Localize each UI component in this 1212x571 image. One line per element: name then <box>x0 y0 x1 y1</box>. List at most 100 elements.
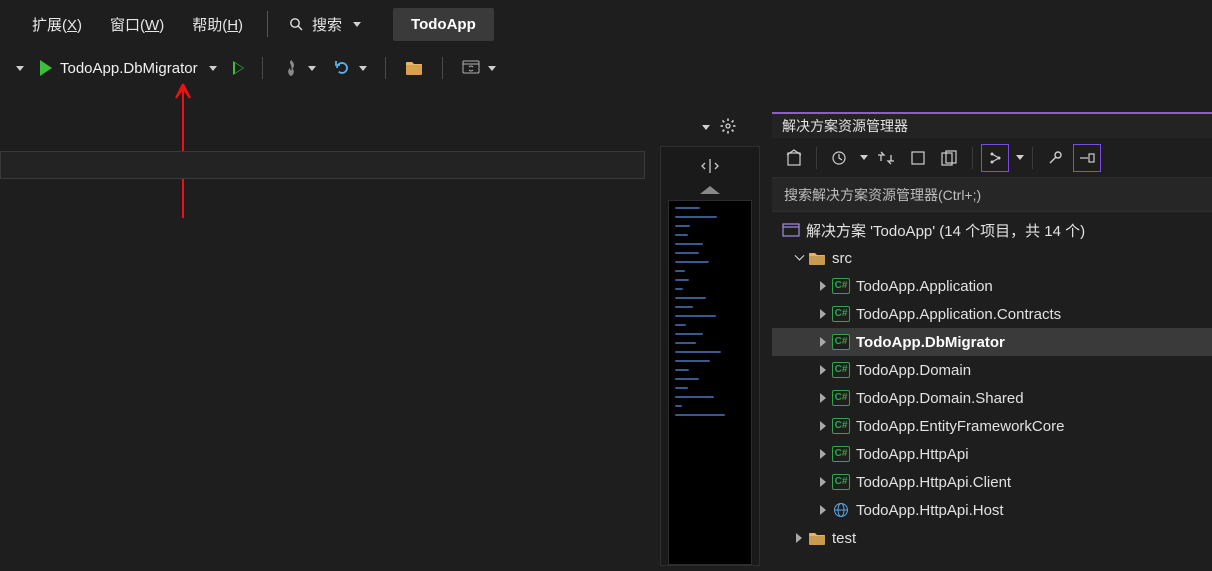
expand-toggle[interactable] <box>816 503 830 517</box>
properties-button[interactable] <box>1041 144 1069 172</box>
tree-project[interactable]: C# TodoApp.Application.Contracts <box>772 300 1212 328</box>
tree-project[interactable]: C#TodoApp.EntityFrameworkCore <box>772 412 1212 440</box>
toolbar-separator <box>816 147 817 169</box>
tree-folder-src[interactable]: src <box>772 244 1212 272</box>
folder-test-label: test <box>832 530 856 547</box>
tree-project[interactable]: C# TodoApp.Domain <box>772 356 1212 384</box>
editor-minimap[interactable] <box>660 146 760 566</box>
split-icon[interactable] <box>701 159 719 176</box>
chevron-down-icon <box>353 22 361 27</box>
project-label: TodoApp.Domain <box>856 362 971 379</box>
chevron-down-icon <box>209 66 217 71</box>
panel-header-icons <box>702 118 736 137</box>
folder-icon <box>808 529 826 547</box>
csharp-project-icon: C# <box>832 277 850 295</box>
expand-toggle[interactable] <box>816 475 830 489</box>
refresh-button[interactable] <box>328 56 371 80</box>
chevron-down-icon[interactable] <box>860 155 868 160</box>
project-label: TodoApp.HttpApi <box>856 446 969 463</box>
toolbar-separator <box>1032 147 1033 169</box>
gear-icon[interactable] <box>720 118 736 137</box>
home-button[interactable] <box>780 144 808 172</box>
start-debug-button[interactable]: TodoApp.DbMigrator <box>36 56 221 81</box>
menu-help[interactable]: 帮助(H) <box>180 8 255 41</box>
refresh-icon <box>332 58 352 78</box>
csharp-project-icon: C# <box>832 305 850 323</box>
project-label: TodoApp.Application.Contracts <box>856 306 1061 323</box>
flame-icon <box>281 58 301 78</box>
solution-explorer-toolbar <box>772 138 1212 178</box>
minimap-body[interactable] <box>668 200 752 565</box>
csharp-project-icon: C# <box>832 445 850 463</box>
editor-pane[interactable] <box>0 151 645 179</box>
play-icon <box>40 60 52 76</box>
tree-project[interactable]: C# TodoApp.HttpApi <box>772 440 1212 468</box>
sync-button[interactable] <box>872 144 900 172</box>
solution-explorer-title-label: 解决方案资源管理器 <box>782 116 908 136</box>
tree-project[interactable]: C#TodoApp.Domain.Shared <box>772 384 1212 412</box>
chevron-down-icon <box>488 66 496 71</box>
chevron-down-icon <box>16 66 24 71</box>
tree-folder-test[interactable]: test <box>772 524 1212 552</box>
startup-project-label: TodoApp.DbMigrator <box>56 58 202 79</box>
debug-target-dropdown-pre[interactable] <box>12 64 28 73</box>
tree-project[interactable]: C# TodoApp.Application <box>772 272 1212 300</box>
view-switch-button[interactable] <box>981 144 1009 172</box>
scope-button[interactable] <box>904 144 932 172</box>
solution-explorer-search[interactable]: 搜索解决方案资源管理器(Ctrl+;) <box>772 178 1212 212</box>
project-label: TodoApp.DbMigrator <box>856 334 1005 351</box>
folder-src-label: src <box>832 250 852 267</box>
tree-project[interactable]: C# TodoApp.DbMigrator <box>772 328 1212 356</box>
toolbar-separator <box>972 147 973 169</box>
expand-toggle[interactable] <box>792 531 806 545</box>
menu-separator <box>267 11 268 37</box>
csharp-project-icon: C# <box>832 473 850 491</box>
menu-extensions[interactable]: 扩展(X) <box>20 8 94 41</box>
menu-window[interactable]: 窗口(W) <box>98 8 176 41</box>
tree-project[interactable]: TodoApp.HttpApi.Host <box>772 496 1212 524</box>
global-search[interactable]: 搜索 <box>280 10 369 39</box>
expand-toggle[interactable] <box>816 363 830 377</box>
tree-project[interactable]: C# TodoApp.HttpApi.Client <box>772 468 1212 496</box>
expand-toggle[interactable] <box>816 335 830 349</box>
search-label: 搜索 <box>312 14 342 35</box>
chevron-down-icon[interactable] <box>702 125 710 130</box>
show-all-files-button[interactable] <box>936 144 964 172</box>
browser-link-button[interactable] <box>457 56 500 80</box>
preview-button[interactable] <box>1073 144 1101 172</box>
csharp-project-icon: C# <box>832 417 850 435</box>
solution-root-label: 解决方案 'TodoApp' (14 个项目，共 14 个) <box>806 220 1085 241</box>
open-folder-button[interactable] <box>400 56 428 80</box>
solution-icon <box>782 221 800 239</box>
hot-reload-button[interactable] <box>277 56 320 80</box>
solution-search-placeholder: 搜索解决方案资源管理器(Ctrl+;) <box>784 185 981 205</box>
project-label: TodoApp.HttpApi.Client <box>856 474 1011 491</box>
chevron-down-icon[interactable] <box>1016 155 1024 160</box>
menu-help-label: 帮助(H) <box>192 17 243 34</box>
start-without-debug-button[interactable] <box>229 59 248 77</box>
tree-solution-root[interactable]: 解决方案 'TodoApp' (14 个项目，共 14 个) <box>772 216 1212 244</box>
expand-toggle[interactable] <box>816 447 830 461</box>
toolbar-separator <box>385 57 386 79</box>
collapse-triangle-icon[interactable] <box>700 186 720 194</box>
solution-explorer-title[interactable]: 解决方案资源管理器 <box>772 114 1212 138</box>
globe-icon <box>832 501 850 519</box>
expand-toggle[interactable] <box>816 419 830 433</box>
csharp-project-icon: C# <box>832 361 850 379</box>
toolbar-separator <box>442 57 443 79</box>
projects-list: C# TodoApp.Application C# TodoApp.Applicati… <box>772 272 1212 524</box>
history-button[interactable] <box>825 144 853 172</box>
chevron-down-icon <box>308 66 316 71</box>
expand-toggle[interactable] <box>816 279 830 293</box>
project-label: TodoApp.Domain.Shared <box>856 390 1024 407</box>
solution-title-chip: TodoApp <box>393 8 494 41</box>
chevron-down-icon <box>359 66 367 71</box>
folder-icon <box>808 249 826 267</box>
project-label: TodoApp.Application <box>856 278 993 295</box>
search-icon <box>288 16 304 32</box>
csharp-project-icon: C# <box>832 333 850 351</box>
folder-icon <box>404 58 424 78</box>
expand-toggle[interactable] <box>792 251 806 265</box>
expand-toggle[interactable] <box>816 307 830 321</box>
expand-toggle[interactable] <box>816 391 830 405</box>
